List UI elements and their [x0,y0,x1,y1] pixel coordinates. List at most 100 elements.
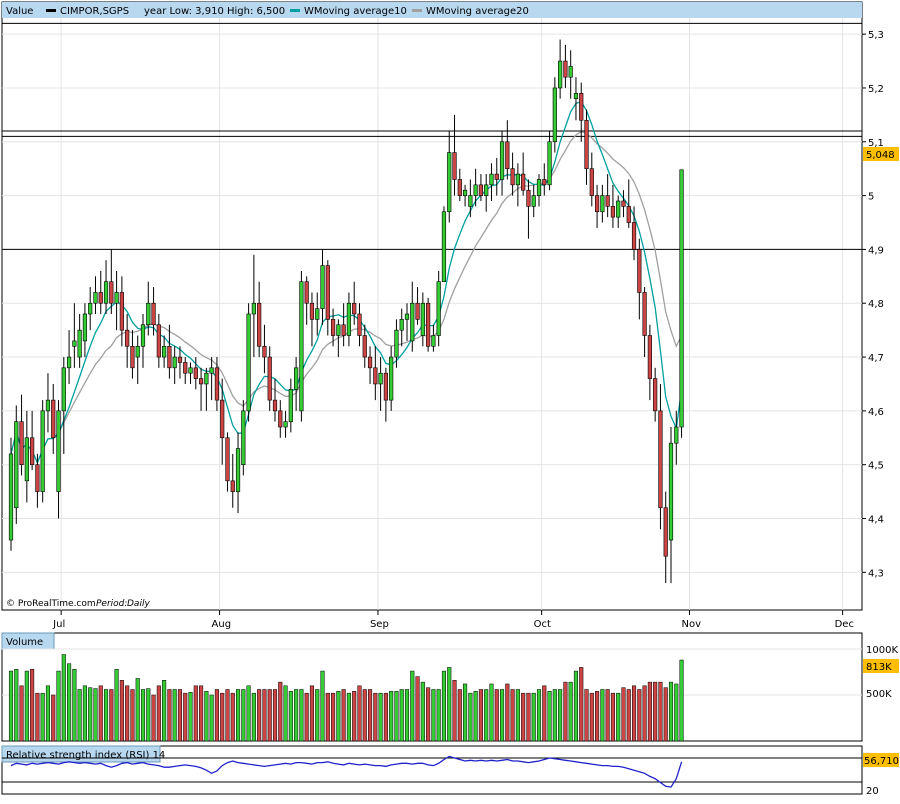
symbol-swatch [46,9,56,12]
volume-bar [135,678,140,742]
candle-body [447,152,452,213]
candle-body [162,345,167,358]
candle [246,303,251,422]
volume-bar [526,692,531,742]
volume-bar [98,685,103,742]
volume-bar [568,681,573,742]
candle-body [631,222,637,250]
candle-body [8,453,14,541]
volume-bar [299,689,304,742]
volume-bar [536,689,542,742]
volume-bar [494,689,499,742]
candle-body [394,329,399,358]
volume-bar [637,689,642,742]
volume-bar [579,667,584,742]
volume-tick-500k: 500K [866,689,892,700]
candle-body [82,313,88,342]
candle-body [167,345,172,369]
y-tick-label: 5 [868,192,874,203]
candle-body [510,168,515,186]
candle [679,169,684,438]
x-tick-label: Sep [370,619,389,630]
candle-body [51,399,56,439]
y-tick-label: 4,4 [868,515,884,526]
volume-bar [304,692,309,742]
volume-bar [589,692,594,742]
volume-bar [478,689,483,742]
volume-bar [436,689,441,742]
volume-bar [40,692,45,742]
candle-body [399,319,404,331]
candle-body [668,442,674,541]
candle [40,400,45,503]
candle-body [72,340,77,347]
y-tick-label: 4,6 [868,407,884,418]
candle-body [130,345,135,369]
volume-bar [146,688,151,742]
candle-body [330,319,336,336]
candle-body [489,173,494,186]
candle-body [478,184,484,196]
volume-bar [72,668,77,742]
volume-bar [431,689,436,742]
volume-bar [67,663,72,742]
candle-body [341,324,346,336]
candle-body [299,281,304,412]
volume-bar [404,689,410,742]
candle-body [114,292,119,304]
volume-bar [647,681,652,742]
volume-bar [668,681,674,742]
volume-bar [674,683,679,742]
volume-bar [93,688,98,742]
volume-bar [515,689,520,742]
candle-body [204,372,209,385]
candle-body [410,302,415,342]
volume-bar [542,685,547,742]
volume-bar [352,691,357,742]
volume-bar [616,692,621,742]
volume-bar [642,685,647,742]
candle-body [431,335,436,347]
candle-body [600,195,605,213]
volume-bar [468,692,473,742]
candle-body [647,335,652,379]
volume-bar [362,689,367,742]
volume-bar [325,692,330,742]
candle-body [663,507,668,557]
volume-bar [241,689,246,742]
candle-body [272,399,278,412]
volume-bar [346,692,351,742]
candle-body [235,448,241,492]
volume-bar [399,689,404,742]
volume-bar [140,689,146,742]
candle-body [61,367,66,412]
candle-body [257,302,262,347]
price-badge-text: 5,048 [866,150,895,161]
candle-body [40,410,45,492]
volume-bar [262,689,267,742]
candle-body [188,367,193,374]
volume-bar [394,691,399,742]
ma10-swatch [290,9,300,12]
candle-body [642,292,647,336]
volume-bar [103,689,109,742]
candle-body [357,313,362,336]
candle-body [362,335,367,358]
candle-body [336,324,341,336]
candle-body [473,184,478,196]
volume-bar [272,689,278,742]
candle-body [505,141,510,169]
volume-bar [558,689,563,742]
volume-bar [125,685,130,742]
candle-body [452,152,457,180]
candle-body [209,367,214,374]
volume-bar [77,689,82,742]
candle-body [389,356,394,401]
volume-bar [605,689,610,742]
volume-bar [193,685,198,742]
candle [436,270,441,347]
volume-bar [315,689,320,742]
volume-bar [426,687,431,742]
candle-body [420,302,425,336]
candle-body [462,189,468,196]
